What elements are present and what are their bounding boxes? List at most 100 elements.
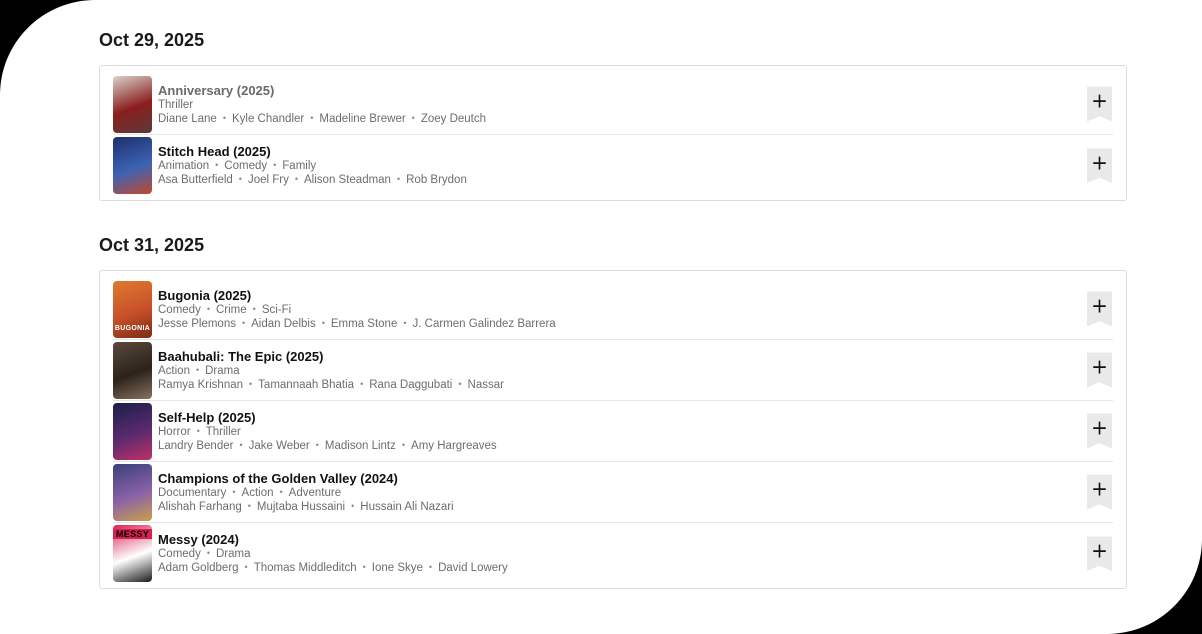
cast-name: Alishah Farhang [158, 500, 242, 513]
title-list-item[interactable]: Champions of the Golden Valley (2024) Doc… [113, 462, 1113, 523]
plus-icon: + [1091, 476, 1108, 501]
separator-dot: • [195, 364, 200, 375]
genre-label: Thriller [205, 425, 241, 438]
genre-label: Sci-Fi [261, 303, 292, 316]
genre-label: Comedy [158, 303, 201, 316]
genre-label: Action [158, 364, 190, 377]
cast-name: Alison Steadman [304, 174, 391, 186]
cast-name: Ione Skye [371, 562, 423, 574]
genre-label: Animation [158, 160, 210, 172]
title-link[interactable]: Messy (2024) [158, 532, 1113, 547]
cast-name: Ramya Krishnan [158, 378, 244, 391]
poster-image[interactable] [113, 75, 152, 133]
genre-label: Comedy [224, 160, 268, 172]
cast-name: Asa Butterfield [158, 174, 233, 186]
separator-dot: • [252, 303, 256, 314]
date-section: Oct 29, 2025 Anniversary (2025) Thriller D… [99, 28, 1127, 201]
title-link[interactable]: Anniversary (2025) [158, 83, 1113, 98]
plus-icon: + [1091, 538, 1108, 562]
cast-name: Zoey Deutch [420, 112, 487, 125]
poster-image[interactable] [113, 402, 152, 460]
separator-dot: • [239, 439, 243, 450]
title-link[interactable]: Baahubali: The Epic (2025) [158, 349, 1113, 364]
separator-dot: • [396, 174, 401, 184]
release-calendar-page: Oct 29, 2025 Anniversary (2025) Thriller D… [0, 0, 1202, 634]
separator-dot: • [310, 112, 314, 123]
genre-list: Documentary • Action • Adventure [158, 486, 1113, 500]
title-list-item[interactable]: Anniversary (2025) Thriller Diane Lane • Kyl… [113, 74, 1113, 135]
genre-list: Horror • Thriller [158, 425, 1113, 439]
genre-label: Documentary [158, 486, 227, 499]
cast-list: Diane Lane • Kyle Chandler • Madeline Brewer… [158, 112, 1113, 126]
poster-title-text: BUGONIA [114, 324, 151, 332]
separator-dot: • [458, 378, 462, 389]
separator-dot: • [241, 317, 246, 328]
genre-label: Horror [158, 425, 191, 438]
title-info: Messy (2024) Comedy • Drama Adam Goldberg • Th… [158, 532, 1113, 575]
title-link[interactable]: Champions of the Golden Valley (2024) [158, 471, 1113, 486]
cast-name: Joel Fry [247, 174, 289, 186]
poster-image[interactable]: BUGONIA [113, 280, 152, 338]
title-link[interactable]: Stitch Head (2025) [158, 144, 1113, 159]
add-to-watchlist-button[interactable]: + [1087, 352, 1112, 388]
separator-dot: • [206, 548, 210, 558]
genre-label: Comedy [158, 548, 201, 560]
genre-list: Action • Drama [158, 364, 1113, 378]
cast-list: Alishah Farhang • Mujtaba Hussaini • Hussain… [158, 500, 1113, 514]
cast-name: Emma Stone [330, 317, 398, 330]
genre-list: Comedy • Crime • Sci-Fi [158, 303, 1113, 317]
title-link[interactable]: Self-Help (2025) [158, 410, 1113, 425]
cast-name: Diane Lane [158, 112, 217, 125]
cast-name: Madison Lintz [324, 439, 396, 452]
poster-image[interactable]: MESSY [113, 525, 152, 582]
poster-image[interactable] [113, 463, 152, 521]
cast-name: Mujtaba Hussaini [256, 500, 346, 513]
genre-list: Comedy • Drama [158, 547, 1113, 561]
add-to-watchlist-button[interactable]: + [1087, 474, 1112, 510]
separator-dot: • [315, 439, 319, 450]
separator-dot: • [273, 160, 277, 170]
poster-image[interactable] [113, 137, 152, 194]
add-to-watchlist-button[interactable]: + [1087, 86, 1112, 122]
cast-list: Jesse Plemons • Aidan Delbis • Emma Stone • J.… [158, 317, 1113, 331]
separator-dot: • [362, 562, 366, 572]
separator-dot: • [244, 562, 248, 572]
genre-label: Drama [205, 364, 240, 377]
separator-dot: • [238, 174, 242, 184]
add-to-watchlist-button[interactable]: + [1087, 148, 1112, 183]
cast-name: Adam Goldberg [158, 562, 239, 574]
separator-dot: • [222, 112, 226, 123]
release-list: BUGONIA Bugonia (2025) Comedy • Crime • Sci-Fi… [99, 270, 1127, 589]
title-list-item[interactable]: Self-Help (2025) Horror • Thriller Landry Be… [113, 401, 1113, 462]
poster-title-text: MESSY [113, 529, 152, 539]
date-section: Oct 31, 2025 BUGONIA Bugonia (2025) Comedy… [99, 233, 1127, 589]
title-list-item[interactable]: BUGONIA Bugonia (2025) Comedy • Crime • Sci-Fi… [113, 279, 1113, 340]
genre-label: Adventure [288, 486, 342, 499]
poster-image[interactable] [113, 341, 152, 399]
cast-list: Landry Bender • Jake Weber • Madison Lintz • A… [158, 439, 1113, 453]
add-to-watchlist-button[interactable]: + [1087, 536, 1112, 571]
title-list-item[interactable]: Stitch Head (2025) Animation • Comedy • Famil… [113, 135, 1113, 196]
separator-dot: • [232, 486, 236, 497]
separator-dot: • [401, 439, 406, 450]
plus-icon: + [1091, 354, 1108, 379]
title-list-item[interactable]: MESSY Messy (2024) Comedy • Drama Adam Goldbe… [113, 523, 1113, 584]
cast-name: Jesse Plemons [158, 317, 236, 330]
title-list-item[interactable]: Baahubali: The Epic (2025) Action • Drama Ra… [113, 340, 1113, 401]
add-to-watchlist-button[interactable]: + [1087, 291, 1112, 327]
add-to-watchlist-button[interactable]: + [1087, 413, 1112, 449]
separator-dot: • [249, 378, 253, 389]
separator-dot: • [351, 500, 355, 511]
separator-dot: • [428, 562, 433, 572]
title-link[interactable]: Bugonia (2025) [158, 288, 1113, 303]
separator-dot: • [360, 378, 364, 389]
title-info: Stitch Head (2025) Animation • Comedy • Famil… [158, 144, 1113, 187]
plus-icon: + [1091, 293, 1108, 318]
separator-dot: • [321, 317, 325, 328]
genre-label: Thriller [158, 98, 194, 111]
cast-name: Amy Hargreaves [411, 439, 497, 452]
separator-dot: • [206, 303, 210, 314]
cast-name: Landry Bender [158, 439, 234, 452]
genre-list: Animation • Comedy • Family [158, 159, 1113, 173]
plus-icon: + [1091, 88, 1108, 113]
